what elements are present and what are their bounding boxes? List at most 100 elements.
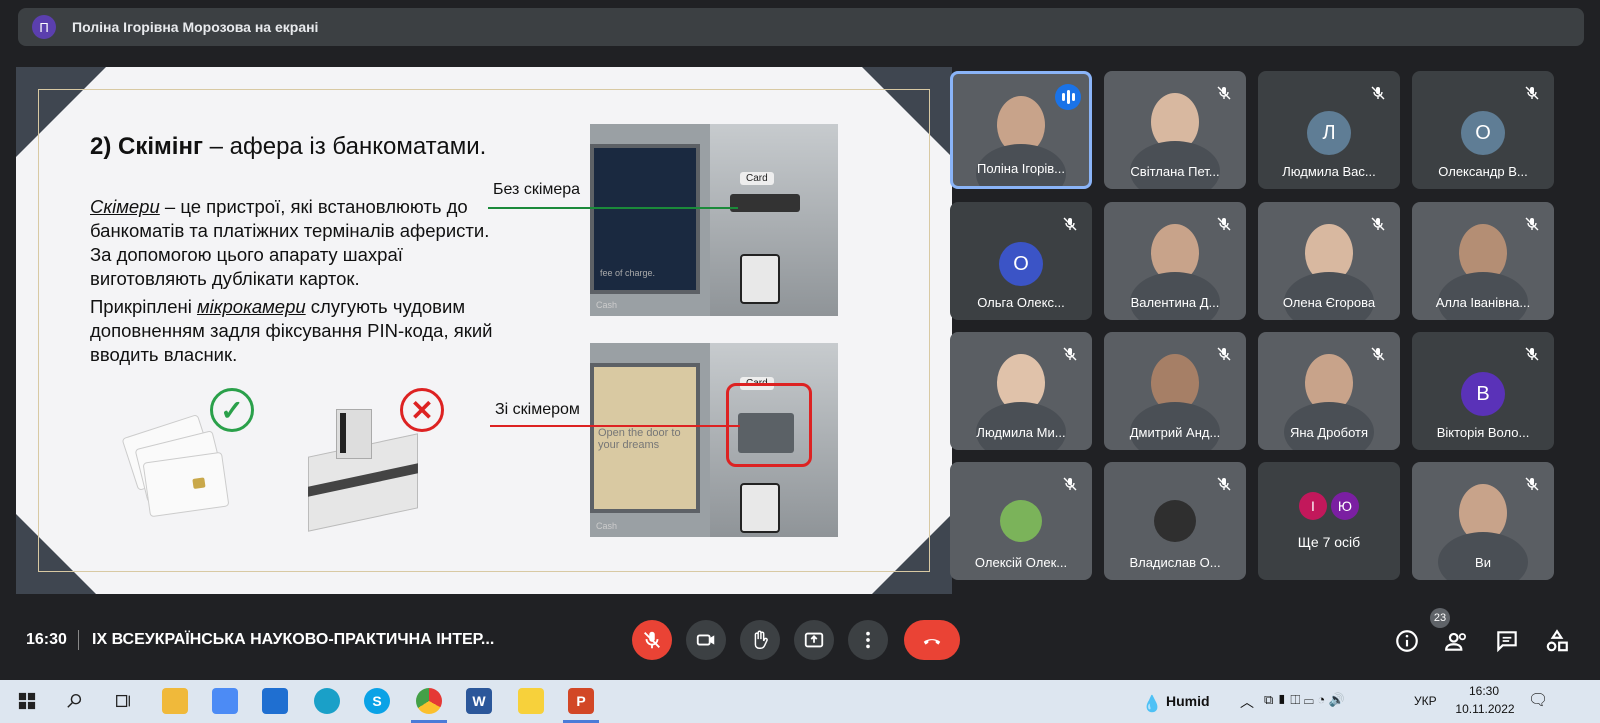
participant-name: Вікторія Воло... (1436, 425, 1530, 440)
activities-button[interactable] (1544, 628, 1570, 654)
label-with-skimmer: Зі скімером (495, 401, 580, 418)
more-participants-label: Ще 7 осіб (1297, 534, 1361, 550)
atm-card-slot (730, 194, 800, 212)
weather-label[interactable]: Humid (1166, 693, 1210, 709)
clock-date[interactable]: 10.11.2022 (1450, 702, 1520, 716)
task-view-button[interactable] (110, 688, 136, 714)
participant-tile[interactable]: В Вікторія Воло... (1412, 332, 1554, 450)
participant-name: Людмила Ми... (976, 425, 1066, 440)
participant-avatar: О (999, 242, 1043, 286)
participant-avatar: О (1461, 111, 1505, 155)
edge-icon[interactable] (314, 688, 340, 714)
tray-icons[interactable]: ⧉ ▮ ◫ ▭ ◔ 🔊 (1264, 692, 1345, 708)
chat-button[interactable] (1494, 628, 1520, 654)
notifications-icon[interactable]: 🗨 (1528, 690, 1548, 710)
start-button[interactable] (14, 688, 40, 714)
search-button[interactable] (62, 688, 88, 714)
atm-cash-label: Cash (596, 300, 618, 310)
participant-tile[interactable]: Владислав О... (1104, 462, 1246, 580)
slide-paragraph: Скімери – це пристрої, які встановлюють … (90, 196, 490, 289)
raise-hand-button[interactable] (740, 620, 780, 660)
windows-icon (18, 692, 36, 710)
atm-photo-with-skimmer: Open the door to your dreams Card Cash (590, 343, 838, 537)
presenter-avatar: П (32, 15, 56, 39)
atm-screen-text: fee of charge. (600, 268, 656, 278)
mic-off-icon (1524, 346, 1540, 362)
leave-call-button[interactable] (904, 620, 960, 660)
sticky-notes-icon[interactable] (518, 688, 544, 714)
activities-icon (1546, 629, 1568, 652)
mic-off-icon (1524, 216, 1540, 232)
participant-tile[interactable]: Валентина Д... (1104, 202, 1246, 320)
participant-photo (1154, 500, 1196, 542)
word-icon[interactable]: W (466, 688, 492, 714)
participant-avatar: Л (1307, 111, 1351, 155)
powerpoint-icon[interactable]: P (568, 688, 594, 714)
chrome-icon[interactable] (416, 688, 442, 714)
microsoft-store-icon[interactable] (212, 688, 238, 714)
mic-off-icon (1524, 476, 1540, 492)
participant-name: Ольга Олекс... (977, 295, 1065, 310)
language-indicator[interactable]: УКР (1414, 694, 1437, 708)
cross-icon: ✕ (400, 388, 444, 432)
clock-time[interactable]: 16:30 (1464, 684, 1504, 698)
participant-tile[interactable]: Олена Єгорова (1258, 202, 1400, 320)
people-button[interactable] (1444, 628, 1470, 654)
mail-icon[interactable] (262, 688, 288, 714)
divider (78, 630, 79, 650)
pointer-line-green (488, 207, 738, 209)
participant-tile[interactable]: Алла Іванівна... (1412, 202, 1554, 320)
atm-screen: Open the door to your dreams (590, 363, 700, 513)
more-participants-avatars: ІЮ (1299, 492, 1359, 520)
mic-off-icon (1524, 85, 1540, 101)
search-icon (67, 693, 82, 708)
weather-icon[interactable]: 💧 (1142, 694, 1162, 714)
shared-slide: 2) Скімінг – афера із банкоматами. Скіме… (16, 67, 952, 594)
participant-tile[interactable]: Олексій Олек... (950, 462, 1092, 580)
file-explorer-icon[interactable] (162, 688, 188, 714)
participant-name: Олексій Олек... (974, 555, 1068, 570)
present-icon (804, 632, 824, 648)
participant-tile[interactable]: Ви (1412, 462, 1554, 580)
atm-card-sign (740, 483, 780, 533)
present-screen-button[interactable] (794, 620, 834, 660)
meeting-time: 16:30 (26, 631, 67, 648)
mic-off-icon (1216, 216, 1232, 232)
participant-name: Поліна Ігорів... (977, 161, 1065, 176)
slide-title: 2) Скімінг – афера із банкоматами. (90, 133, 487, 160)
participant-name: Олена Єгорова (1282, 295, 1376, 310)
mic-off-icon (1216, 476, 1232, 492)
more-options-button[interactable] (848, 620, 888, 660)
atm-screen-text: Open the door to your dreams (598, 427, 681, 451)
participant-name: Олександр В... (1438, 164, 1528, 179)
participant-tile[interactable]: Поліна Ігорів... (950, 71, 1092, 189)
participant-avatar: Ю (1331, 492, 1359, 520)
chat-icon (1497, 631, 1517, 653)
hang-up-icon (923, 639, 941, 645)
chevron-up-icon[interactable]: ︿ (1240, 692, 1254, 712)
participant-name: Яна Дроботя (1289, 425, 1369, 440)
more-vert-icon (866, 631, 870, 649)
speaking-indicator-icon (1055, 84, 1081, 110)
participant-tile[interactable]: О Ольга Олекс... (950, 202, 1092, 320)
participant-tile[interactable]: Дмитрий Анд... (1104, 332, 1246, 450)
check-icon: ✓ (210, 388, 254, 432)
participant-name: Ви (1475, 555, 1491, 570)
participant-tile[interactable]: О Олександр В... (1412, 71, 1554, 189)
presenter-label: Поліна Ігорівна Морозова на екрані (72, 19, 319, 35)
participant-avatar: І (1299, 492, 1327, 520)
pointer-line-red (490, 425, 740, 427)
meeting-details-button[interactable] (1394, 628, 1420, 654)
participant-tile[interactable]: Яна Дроботя (1258, 332, 1400, 450)
participant-tile[interactable]: Л Людмила Вас... (1258, 71, 1400, 189)
slide-paragraph: Прикріплені мікрокамери слугують чудовим… (90, 296, 493, 365)
participant-tile[interactable]: Світлана Пет... (1104, 71, 1246, 189)
camera-toggle-button[interactable] (686, 620, 726, 660)
participant-tile[interactable]: І Ю Ще 7 осіб (1258, 462, 1400, 580)
mic-toggle-button[interactable] (632, 620, 672, 660)
participant-tile[interactable]: Людмила Ми... (950, 332, 1092, 450)
mic-off-icon (1370, 216, 1386, 232)
hand-icon (754, 630, 768, 649)
skype-icon[interactable]: S (364, 688, 390, 714)
people-icon (1445, 632, 1466, 651)
